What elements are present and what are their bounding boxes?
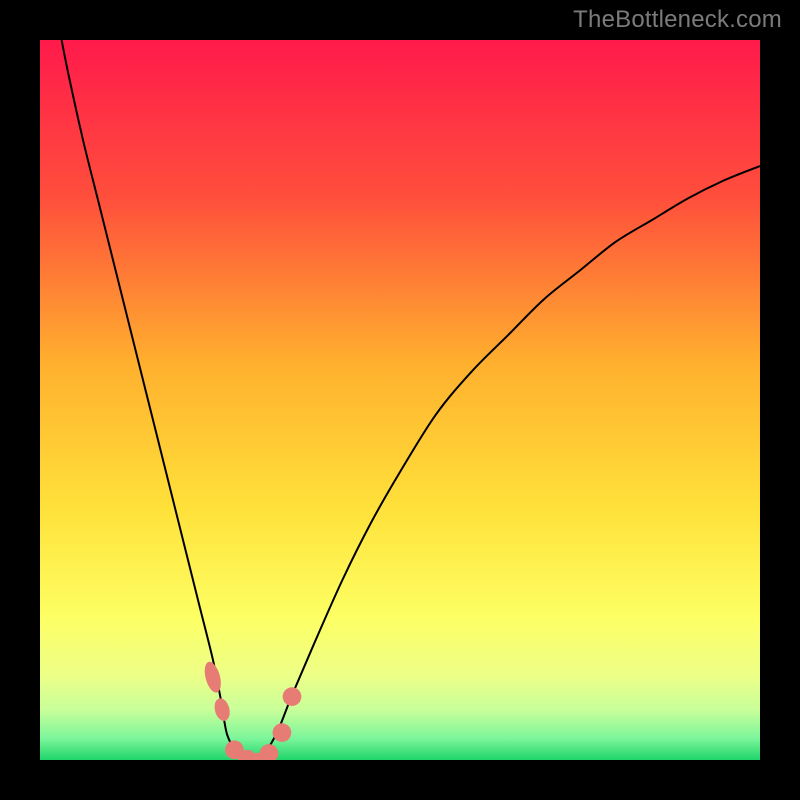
curve-layer [40, 40, 760, 760]
plot-area [40, 40, 760, 760]
chart-frame: TheBottleneck.com [0, 0, 800, 800]
marker-pill [202, 660, 224, 694]
marker-dot [273, 723, 292, 742]
left-curve [62, 40, 249, 760]
marker-pill [212, 697, 232, 723]
marker-dot [260, 744, 279, 760]
marker-dot [283, 687, 302, 706]
right-curve [256, 166, 760, 760]
watermark-text: TheBottleneck.com [573, 6, 782, 34]
